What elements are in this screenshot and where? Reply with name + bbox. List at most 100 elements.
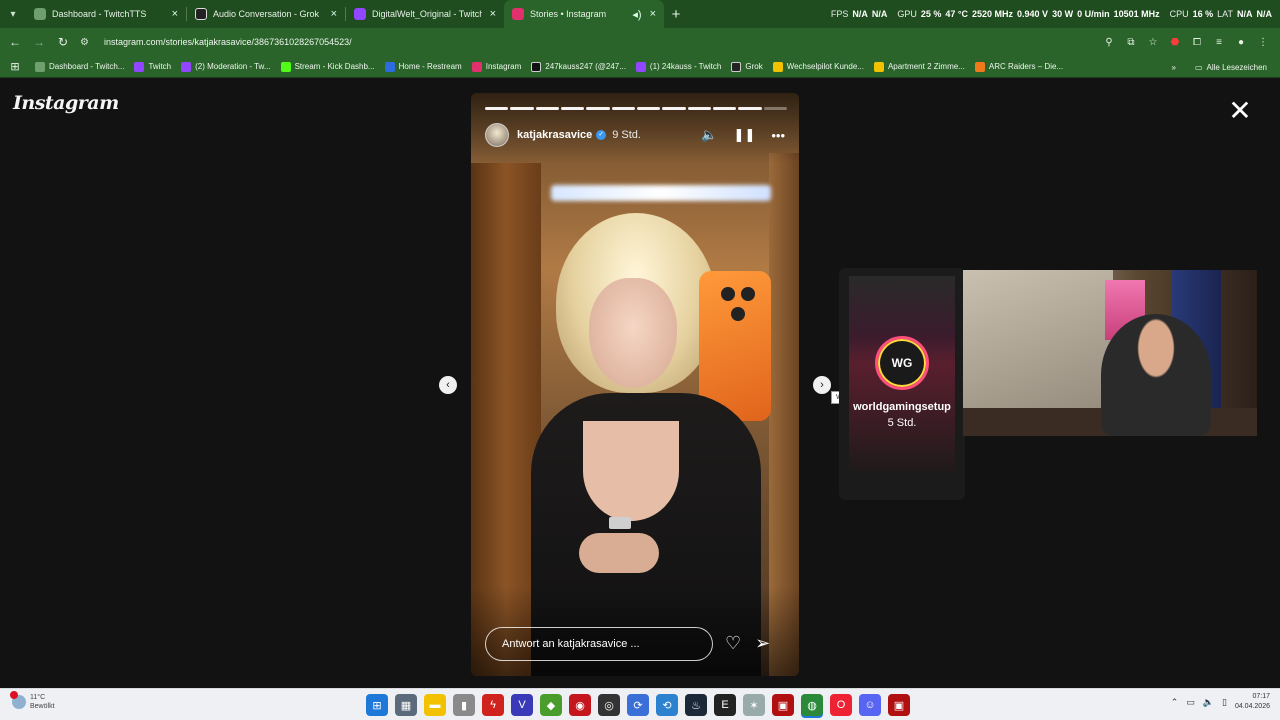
story-progress-segment: [712, 107, 737, 110]
calculator-icon[interactable]: ▦: [395, 694, 417, 716]
more-bookmarks-button[interactable]: »: [1172, 63, 1176, 72]
bookmark-item[interactable]: (1) 24kauss - Twitch: [631, 61, 726, 72]
extensions-icon[interactable]: ⧠: [1188, 33, 1206, 51]
voice-app-2-icon[interactable]: ▣: [888, 694, 910, 716]
bookmark-item[interactable]: Twitch: [129, 61, 176, 72]
bookmark-item[interactable]: Dashboard - Twitch...: [30, 61, 129, 72]
pause-icon[interactable]: ❚❚: [734, 127, 756, 143]
install-app-icon[interactable]: ⧉: [1122, 33, 1140, 51]
opera-icon[interactable]: O: [830, 694, 852, 716]
discord-icon[interactable]: ☺: [859, 694, 881, 716]
tab-title: Dashboard - TwitchTTS: [52, 9, 147, 19]
story-age: 9 Std.: [612, 129, 641, 141]
bookmark-item[interactable]: ARC Raiders – Die...: [970, 61, 1068, 72]
profile-avatar-icon[interactable]: ●: [1232, 33, 1250, 51]
speaker-icon[interactable]: 🔈: [1203, 697, 1214, 708]
windows-start-icon[interactable]: ⊞: [366, 694, 388, 716]
story-header: katjakrasavice ✓ 9 Std. 🔈 ❚❚ •••: [485, 123, 785, 147]
bookmark-item[interactable]: Home - Restream: [380, 61, 467, 72]
story-progress-segment: [510, 107, 534, 110]
close-tab-icon[interactable]: ×: [650, 8, 656, 20]
media-controls-icon[interactable]: ≡: [1210, 33, 1228, 51]
app-red-icon[interactable]: ϟ: [482, 694, 504, 716]
story-progress-segment: [738, 107, 762, 110]
app-gear-icon[interactable]: ✶: [743, 694, 765, 716]
bookmark-label: 247kauss247 (@247...: [545, 62, 626, 71]
story-media-light: [551, 185, 771, 201]
story-progress-segment: [763, 107, 787, 110]
story-username[interactable]: katjakrasavice: [517, 129, 592, 141]
all-bookmarks-folder[interactable]: ▭ Alle Lesezeichen: [1190, 63, 1272, 72]
back-arrow-icon[interactable]: ←: [3, 30, 27, 54]
vegas-icon[interactable]: V: [511, 694, 533, 716]
instagram-logo[interactable]: Instagram: [13, 92, 119, 114]
bookmark-item[interactable]: Grok: [726, 61, 767, 72]
tab-audio-conversation-grok[interactable]: Audio Conversation - Grok ×: [187, 0, 345, 28]
reload-icon[interactable]: ↻: [51, 30, 75, 54]
avatar[interactable]: [485, 123, 509, 147]
app-blue-icon[interactable]: ⟳: [627, 694, 649, 716]
bookmark-favicon-icon: [471, 61, 482, 72]
weather-desc: Bewölkt: [30, 703, 55, 710]
bookmark-item[interactable]: Wechselpilot Kunde...: [768, 61, 869, 72]
bookmark-star-icon[interactable]: ☆: [1144, 33, 1162, 51]
voice-app-icon[interactable]: ▣: [772, 694, 794, 716]
tab-digitalwelt-twitch[interactable]: DigitalWelt_Original - Twitch ×: [346, 0, 504, 28]
twitchtts-icon: [34, 8, 46, 20]
tab-search-chevron-icon[interactable]: ▾: [0, 0, 26, 28]
bookmark-label: ARC Raiders – Die...: [988, 62, 1064, 71]
recorder-icon[interactable]: ◉: [569, 694, 591, 716]
zoom-icon[interactable]: ⚲: [1100, 33, 1118, 51]
more-options-icon[interactable]: •••: [771, 128, 785, 143]
weather-widget[interactable]: 11°C Bewölkt: [10, 691, 55, 711]
audio-playing-icon[interactable]: ◂): [632, 8, 641, 21]
volume-icon[interactable]: 🔈: [701, 127, 717, 143]
new-tab-button[interactable]: +: [664, 6, 688, 23]
gpu-memory-clock: 10501 MHz: [1113, 9, 1160, 19]
close-tab-icon[interactable]: ×: [490, 8, 496, 20]
next-story-preview[interactable]: WG worldgamingsetup 5 Std.: [839, 268, 965, 500]
bookmark-item[interactable]: Instagram: [467, 61, 527, 72]
taskbar-clock[interactable]: 07:17 04.04.2026: [1235, 692, 1270, 712]
reply-input[interactable]: Antwort an katjakrasavice ...: [485, 627, 713, 661]
battery-icon[interactable]: ▯: [1222, 697, 1227, 708]
clock-date: 04.04.2026: [1234, 703, 1270, 710]
apps-grid-icon[interactable]: ⊞: [6, 60, 24, 73]
previous-story-button[interactable]: ‹: [439, 376, 457, 394]
gpu-label: GPU: [897, 9, 917, 19]
tab-dashboard-twitchtts[interactable]: Dashboard - TwitchTTS ×: [26, 0, 186, 28]
epic-games-icon[interactable]: E: [714, 694, 736, 716]
story-viewer[interactable]: katjakrasavice ✓ 9 Std. 🔈 ❚❚ ••• Antwort…: [471, 93, 799, 676]
steam-icon[interactable]: ♨: [685, 694, 707, 716]
close-tab-icon[interactable]: ×: [172, 8, 178, 20]
bookmark-item[interactable]: Stream - Kick Dashb...: [276, 61, 380, 72]
game-app-icon[interactable]: ◆: [540, 694, 562, 716]
mouse-app-icon[interactable]: ▮: [453, 694, 475, 716]
bookmark-item[interactable]: 247kauss247 (@247...: [526, 61, 631, 72]
bookmark-item[interactable]: Apartment 2 Zimme...: [869, 61, 970, 72]
bookmark-favicon-icon: [873, 61, 884, 72]
tab-stories-instagram[interactable]: Stories • Instagram ◂) ×: [504, 0, 664, 28]
site-info-icon[interactable]: ⚙: [80, 37, 94, 48]
bookmark-label: Grok: [745, 62, 763, 71]
weather-temp: 11°C: [30, 694, 46, 701]
close-tab-icon[interactable]: ×: [331, 8, 337, 20]
app-sync-icon[interactable]: ⟲: [656, 694, 678, 716]
bookmark-favicon-icon: [731, 61, 742, 72]
forward-arrow-icon[interactable]: →: [27, 30, 51, 54]
browser-menu-icon[interactable]: ⋮: [1254, 33, 1272, 51]
network-icon[interactable]: ▭: [1186, 697, 1195, 708]
like-heart-icon[interactable]: ♡: [725, 633, 741, 654]
send-direct-icon[interactable]: ➢: [755, 633, 770, 654]
twitch-icon: [354, 8, 366, 20]
system-tray: ⌃ ▭ 🔈 ▯ 07:17 04.04.2026: [1171, 692, 1270, 712]
adblock-extension-icon[interactable]: ⬣: [1166, 33, 1184, 51]
chrome-icon[interactable]: ◍: [801, 694, 823, 716]
url-field[interactable]: ⚙ instagram.com/stories/katjakrasavice/3…: [80, 31, 1140, 53]
bookmark-item[interactable]: (2) Moderation - Tw...: [176, 61, 275, 72]
close-stories-button[interactable]: ✕: [1226, 97, 1254, 126]
tray-overflow-icon[interactable]: ⌃: [1171, 697, 1179, 708]
file-explorer-icon[interactable]: ▬: [424, 694, 446, 716]
next-story-button[interactable]: ›: [813, 376, 831, 394]
obs-icon[interactable]: ◎: [598, 694, 620, 716]
